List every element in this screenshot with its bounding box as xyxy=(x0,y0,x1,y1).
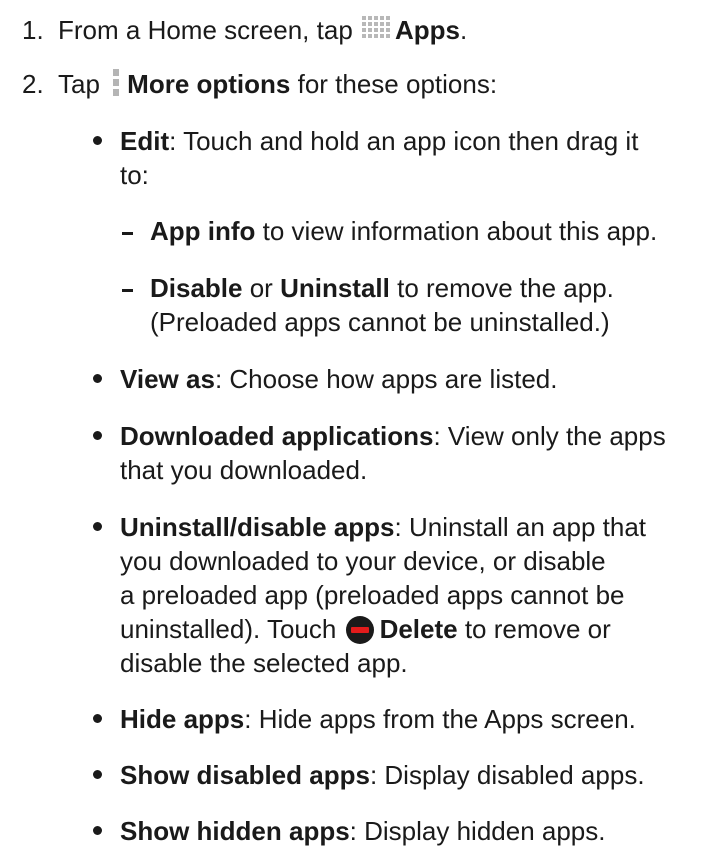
option-uninstall-line-4: uninstalled). Touch Delete to remove or xyxy=(120,614,611,644)
step-2-post: for these options: xyxy=(290,69,498,99)
apps-grid-icon xyxy=(362,16,393,42)
option-show-disabled-label: Show disabled apps xyxy=(120,760,370,790)
bullet-edit xyxy=(93,136,102,145)
step-1-post: . xyxy=(460,15,468,45)
instructions-document: 1. From a Home screen, tap Apps. 2. Tap … xyxy=(0,0,704,852)
sub-app-info: App info to view information about this … xyxy=(150,216,657,246)
option-edit-label: Edit xyxy=(120,126,170,156)
option-downloaded-label: Downloaded applications xyxy=(120,421,434,451)
option-view-as-text: : Choose how apps are listed. xyxy=(214,364,558,394)
option-uninstall-label: Uninstall/disable apps xyxy=(120,512,395,542)
bullet-show-hidden xyxy=(93,826,102,835)
step-1-number: 1. xyxy=(22,15,44,45)
sub-disable-label: Disable xyxy=(150,273,243,303)
more-options-icon xyxy=(111,69,121,97)
step-1-apps-label: Apps xyxy=(395,15,460,45)
step-2-number: 2. xyxy=(22,69,44,99)
option-downloaded-text: : View only the apps xyxy=(433,421,666,451)
sub-app-info-text: to view information about this app. xyxy=(255,216,658,246)
step-1-pre: From a Home screen, tap xyxy=(58,15,360,45)
sub-uninstall-label: Uninstall xyxy=(280,273,390,303)
option-hide-apps-label: Hide apps xyxy=(120,704,245,734)
option-uninstall-text: : Uninstall an app that xyxy=(394,512,647,542)
sub-disable-text: to remove the app. xyxy=(389,273,614,303)
option-edit-line-2: to: xyxy=(120,160,149,190)
step-2-more-options-label: More options xyxy=(127,69,291,99)
sub-app-info-label: App info xyxy=(150,216,256,246)
option-uninstall-line-1: Uninstall/disable apps: Uninstall an app… xyxy=(120,512,646,542)
option-view-as: View as: Choose how apps are listed. xyxy=(120,364,557,394)
sub-disable-line-2: (Preloaded apps cannot be uninstalled.) xyxy=(150,307,610,337)
bullet-hide-apps xyxy=(93,714,102,723)
option-show-disabled: Show disabled apps: Display disabled app… xyxy=(120,760,645,790)
sub-disable-mid: or xyxy=(242,273,281,303)
option-uninstall-line-4-pre: uninstalled). Touch xyxy=(120,614,344,644)
step-2-pre: Tap xyxy=(58,69,108,99)
option-uninstall-delete-label: Delete xyxy=(379,614,458,644)
step-1-text: From a Home screen, tap Apps. xyxy=(58,15,467,45)
sub-disable-line-1: Disable or Uninstall to remove the app. xyxy=(150,273,614,303)
option-show-hidden-label: Show hidden apps xyxy=(120,816,350,846)
option-hide-apps: Hide apps: Hide apps from the Apps scree… xyxy=(120,704,636,734)
option-show-disabled-text: : Display disabled apps. xyxy=(369,760,645,790)
option-show-hidden-text: : Display hidden apps. xyxy=(349,816,606,846)
option-downloaded-line-1: Downloaded applications: View only the a… xyxy=(120,421,666,451)
delete-icon xyxy=(345,616,374,644)
option-uninstall-line-5: disable the selected app. xyxy=(120,648,408,678)
dash-disable xyxy=(122,289,133,292)
option-downloaded-line-2: that you downloaded. xyxy=(120,455,368,485)
dash-app-info xyxy=(122,232,133,235)
option-show-hidden: Show hidden apps: Display hidden apps. xyxy=(120,816,606,846)
option-edit-line-1: Edit: Touch and hold an app icon then dr… xyxy=(120,126,638,156)
option-view-as-label: View as xyxy=(120,364,215,394)
option-uninstall-line-2: you downloaded to your device, or disabl… xyxy=(120,546,606,576)
bullet-view-as xyxy=(93,374,102,383)
bullet-downloaded xyxy=(93,431,102,440)
option-uninstall-line-4-post: to remove or xyxy=(457,614,611,644)
step-2-text: Tap More options for these options: xyxy=(58,69,497,99)
option-edit-text: : Touch and hold an app icon then drag i… xyxy=(169,126,639,156)
bullet-uninstall-disable xyxy=(93,522,102,531)
option-hide-apps-text: : Hide apps from the Apps screen. xyxy=(244,704,636,734)
bullet-show-disabled xyxy=(93,770,102,779)
option-uninstall-line-3: a preloaded app (preloaded apps cannot b… xyxy=(120,580,625,610)
